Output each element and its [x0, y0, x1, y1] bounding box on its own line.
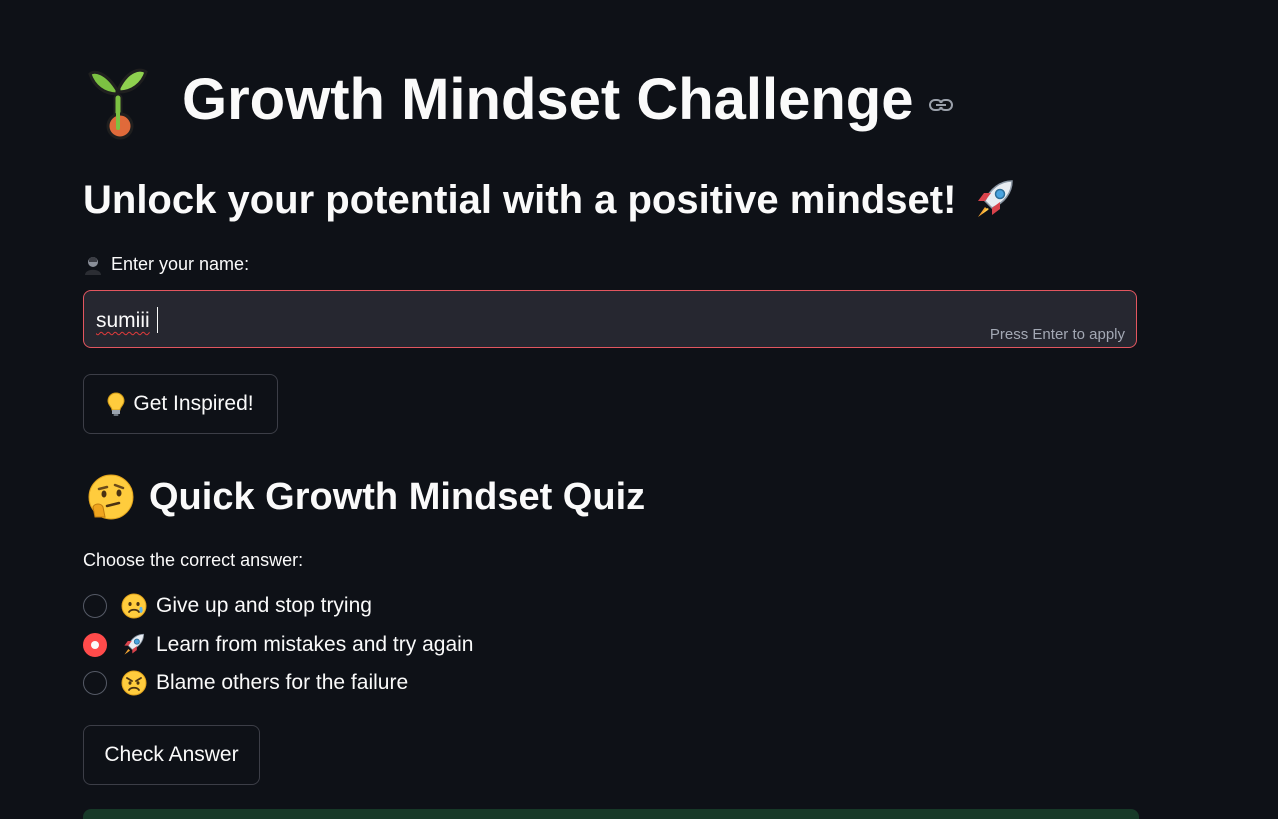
rocket-icon	[124, 633, 145, 655]
name-label-text: Enter your name:	[111, 254, 250, 274]
radio-button[interactable]	[83, 671, 107, 695]
radio-dot	[91, 641, 99, 649]
thinking-face-icon	[88, 474, 134, 520]
subtitle-text: Unlock your potential with a positive mi…	[83, 177, 957, 222]
quiz-heading-text: Quick Growth Mindset Quiz	[149, 475, 646, 518]
seedling-icon	[88, 68, 148, 140]
lightbulb-icon	[107, 392, 125, 416]
name-field-label: Enter your name:	[83, 254, 249, 275]
person-icon	[85, 256, 101, 275]
quiz-option-blame[interactable]: Blame others for the failure	[83, 668, 408, 698]
name-input-value[interactable]: sumiii	[96, 309, 150, 333]
radio-button-selected[interactable]	[83, 633, 107, 657]
link-icon[interactable]	[928, 97, 954, 113]
page-title: Growth Mindset Challenge	[88, 56, 954, 144]
quiz-heading: Quick Growth Mindset Quiz	[87, 470, 645, 524]
quiz-prompt: Choose the correct answer:	[83, 550, 304, 570]
success-message-box	[83, 809, 1139, 819]
input-hint: Press Enter to apply	[989, 326, 1125, 343]
option-label: Learn from mistakes and try again	[156, 633, 474, 656]
rocket-icon	[978, 180, 1014, 217]
get-inspired-button[interactable]: Get Inspired!	[83, 374, 278, 434]
subtitle: Unlock your potential with a positive mi…	[83, 172, 1018, 228]
check-answer-label: Check Answer	[104, 743, 239, 766]
option-label: Blame others for the failure	[156, 671, 409, 694]
angry-face-icon	[121, 670, 147, 696]
crying-face-icon	[121, 593, 147, 619]
radio-button[interactable]	[83, 594, 107, 618]
get-inspired-label: Get Inspired!	[133, 392, 254, 415]
quiz-option-give-up[interactable]: Give up and stop trying	[83, 591, 372, 621]
name-input[interactable]: sumiii Press Enter to apply	[83, 290, 1137, 348]
app-page: Growth Mindset Challenge Unlock your pot…	[0, 0, 1278, 819]
quiz-option-learn[interactable]: Learn from mistakes and try again	[83, 630, 473, 660]
title-text: Growth Mindset Challenge	[182, 67, 914, 132]
check-answer-button[interactable]: Check Answer	[83, 725, 260, 785]
text-caret	[157, 307, 158, 333]
option-label: Give up and stop trying	[156, 594, 372, 617]
